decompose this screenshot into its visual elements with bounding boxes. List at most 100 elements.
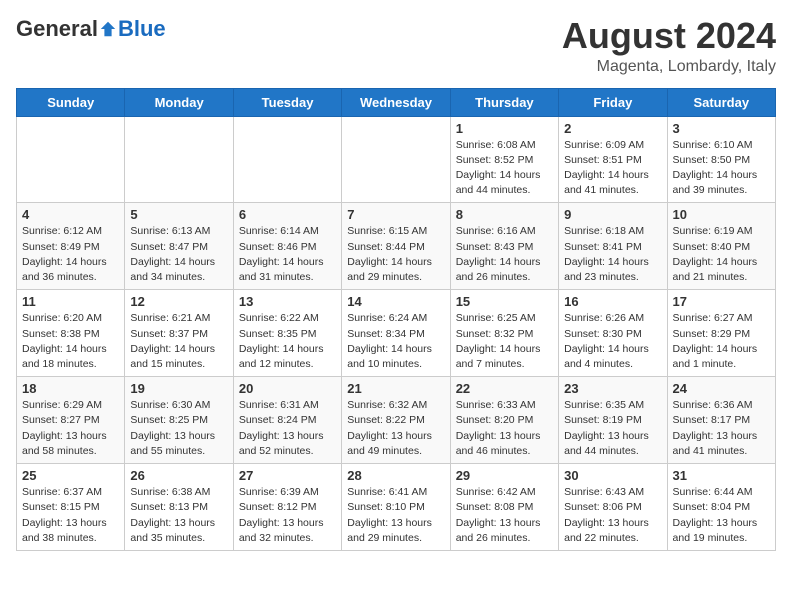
logo-icon xyxy=(99,20,117,38)
calendar-day-cell: 1 Sunrise: 6:08 AM Sunset: 8:52 PM Daylig… xyxy=(450,116,558,203)
day-info-text: Sunrise: 6:31 AM Sunset: 8:24 PM Dayligh… xyxy=(239,398,336,459)
calendar-day-cell: 24Sunrise: 6:36 AM Sunset: 8:17 PM Dayli… xyxy=(667,377,775,464)
day-info-text: Sunrise: 6:42 AM Sunset: 8:08 PM Dayligh… xyxy=(456,485,553,546)
day-of-week-header: Sunday xyxy=(17,88,125,116)
calendar-day-cell: 3 Sunrise: 6:10 AM Sunset: 8:50 PM Daylig… xyxy=(667,116,775,203)
day-info-text: Sunrise: 6:20 AM Sunset: 8:38 PM Dayligh… xyxy=(22,311,119,372)
day-info-text: Sunrise: 6:39 AM Sunset: 8:12 PM Dayligh… xyxy=(239,485,336,546)
calendar-day-cell: 12Sunrise: 6:21 AM Sunset: 8:37 PM Dayli… xyxy=(125,290,233,377)
calendar-day-cell: 16 Sunrise: 6:26 AM Sunset: 8:30 PM Dayli… xyxy=(559,290,667,377)
day-info-text: Sunrise: 6:14 AM Sunset: 8:46 PM Dayligh… xyxy=(239,224,336,285)
day-info-text: Sunrise: 6:43 AM Sunset: 8:06 PM Dayligh… xyxy=(564,485,661,546)
calendar-day-cell xyxy=(342,116,450,203)
day-info-text: Sunrise: 6:15 AM Sunset: 8:44 PM Dayligh… xyxy=(347,224,444,285)
calendar-day-cell: 5 Sunrise: 6:13 AM Sunset: 8:47 PM Daylig… xyxy=(125,203,233,290)
day-info-text: Sunrise: 6:26 AM Sunset: 8:30 PM Dayligh… xyxy=(564,311,661,372)
calendar-day-cell: 22Sunrise: 6:33 AM Sunset: 8:20 PM Dayli… xyxy=(450,377,558,464)
calendar-day-cell: 26 Sunrise: 6:38 AM Sunset: 8:13 PM Dayli… xyxy=(125,464,233,551)
day-number: 5 xyxy=(130,207,227,222)
calendar-day-cell xyxy=(233,116,341,203)
logo-blue-text: Blue xyxy=(118,16,166,42)
calendar-day-cell xyxy=(125,116,233,203)
calendar-day-cell: 28 Sunrise: 6:41 AM Sunset: 8:10 PM Dayli… xyxy=(342,464,450,551)
day-number: 21 xyxy=(347,381,444,396)
calendar-table: SundayMondayTuesdayWednesdayThursdayFrid… xyxy=(16,88,776,551)
calendar-day-cell: 4 Sunrise: 6:12 AM Sunset: 8:49 PM Daylig… xyxy=(17,203,125,290)
calendar-day-cell: 7 Sunrise: 6:15 AM Sunset: 8:44 PM Daylig… xyxy=(342,203,450,290)
day-info-text: Sunrise: 6:13 AM Sunset: 8:47 PM Dayligh… xyxy=(130,224,227,285)
calendar-day-cell: 18 Sunrise: 6:29 AM Sunset: 8:27 PM Dayli… xyxy=(17,377,125,464)
calendar-week-row: 1 Sunrise: 6:08 AM Sunset: 8:52 PM Daylig… xyxy=(17,116,776,203)
calendar-day-cell: 25 Sunrise: 6:37 AM Sunset: 8:15 PM Dayli… xyxy=(17,464,125,551)
day-info-text: Sunrise: 6:30 AM Sunset: 8:25 PM Dayligh… xyxy=(130,398,227,459)
day-number: 7 xyxy=(347,207,444,222)
day-number: 17 xyxy=(673,294,770,309)
day-number: 13 xyxy=(239,294,336,309)
day-number: 23 xyxy=(564,381,661,396)
day-number: 18 xyxy=(22,381,119,396)
day-of-week-header: Tuesday xyxy=(233,88,341,116)
calendar-week-row: 18 Sunrise: 6:29 AM Sunset: 8:27 PM Dayli… xyxy=(17,377,776,464)
calendar-day-cell: 27Sunrise: 6:39 AM Sunset: 8:12 PM Dayli… xyxy=(233,464,341,551)
calendar-day-cell: 30 Sunrise: 6:43 AM Sunset: 8:06 PM Dayli… xyxy=(559,464,667,551)
day-of-week-header: Friday xyxy=(559,88,667,116)
calendar-day-cell xyxy=(17,116,125,203)
calendar-day-cell: 23Sunrise: 6:35 AM Sunset: 8:19 PM Dayli… xyxy=(559,377,667,464)
day-number: 24 xyxy=(673,381,770,396)
day-number: 11 xyxy=(22,294,119,309)
day-info-text: Sunrise: 6:09 AM Sunset: 8:51 PM Dayligh… xyxy=(564,138,661,199)
title-block: August 2024 Magenta, Lombardy, Italy xyxy=(562,16,776,76)
calendar-day-cell: 31Sunrise: 6:44 AM Sunset: 8:04 PM Dayli… xyxy=(667,464,775,551)
calendar-day-cell: 19 Sunrise: 6:30 AM Sunset: 8:25 PM Dayli… xyxy=(125,377,233,464)
calendar-week-row: 25 Sunrise: 6:37 AM Sunset: 8:15 PM Dayli… xyxy=(17,464,776,551)
day-number: 16 xyxy=(564,294,661,309)
calendar-day-cell: 10Sunrise: 6:19 AM Sunset: 8:40 PM Dayli… xyxy=(667,203,775,290)
day-number: 4 xyxy=(22,207,119,222)
day-number: 12 xyxy=(130,294,227,309)
day-number: 3 xyxy=(673,121,770,136)
calendar-day-cell: 8Sunrise: 6:16 AM Sunset: 8:43 PM Daylig… xyxy=(450,203,558,290)
calendar-day-cell: 13Sunrise: 6:22 AM Sunset: 8:35 PM Dayli… xyxy=(233,290,341,377)
day-info-text: Sunrise: 6:25 AM Sunset: 8:32 PM Dayligh… xyxy=(456,311,553,372)
day-info-text: Sunrise: 6:19 AM Sunset: 8:40 PM Dayligh… xyxy=(673,224,770,285)
day-number: 2 xyxy=(564,121,661,136)
day-info-text: Sunrise: 6:33 AM Sunset: 8:20 PM Dayligh… xyxy=(456,398,553,459)
day-info-text: Sunrise: 6:29 AM Sunset: 8:27 PM Dayligh… xyxy=(22,398,119,459)
day-info-text: Sunrise: 6:41 AM Sunset: 8:10 PM Dayligh… xyxy=(347,485,444,546)
calendar-day-cell: 29 Sunrise: 6:42 AM Sunset: 8:08 PM Dayli… xyxy=(450,464,558,551)
calendar-week-row: 11 Sunrise: 6:20 AM Sunset: 8:38 PM Dayli… xyxy=(17,290,776,377)
day-number: 28 xyxy=(347,468,444,483)
logo-general-text: General xyxy=(16,16,98,42)
day-info-text: Sunrise: 6:32 AM Sunset: 8:22 PM Dayligh… xyxy=(347,398,444,459)
day-number: 1 xyxy=(456,121,553,136)
day-of-week-header: Monday xyxy=(125,88,233,116)
day-of-week-header: Saturday xyxy=(667,88,775,116)
day-info-text: Sunrise: 6:10 AM Sunset: 8:50 PM Dayligh… xyxy=(673,138,770,199)
day-info-text: Sunrise: 6:38 AM Sunset: 8:13 PM Dayligh… xyxy=(130,485,227,546)
day-info-text: Sunrise: 6:44 AM Sunset: 8:04 PM Dayligh… xyxy=(673,485,770,546)
day-number: 20 xyxy=(239,381,336,396)
calendar-day-cell: 14Sunrise: 6:24 AM Sunset: 8:34 PM Dayli… xyxy=(342,290,450,377)
day-number: 19 xyxy=(130,381,227,396)
day-number: 26 xyxy=(130,468,227,483)
month-year-title: August 2024 xyxy=(562,16,776,56)
calendar-week-row: 4 Sunrise: 6:12 AM Sunset: 8:49 PM Daylig… xyxy=(17,203,776,290)
calendar-day-cell: 15Sunrise: 6:25 AM Sunset: 8:32 PM Dayli… xyxy=(450,290,558,377)
day-info-text: Sunrise: 6:37 AM Sunset: 8:15 PM Dayligh… xyxy=(22,485,119,546)
day-number: 30 xyxy=(564,468,661,483)
calendar-day-cell: 20 Sunrise: 6:31 AM Sunset: 8:24 PM Dayli… xyxy=(233,377,341,464)
day-info-text: Sunrise: 6:12 AM Sunset: 8:49 PM Dayligh… xyxy=(22,224,119,285)
location-subtitle: Magenta, Lombardy, Italy xyxy=(562,58,776,76)
page-header: General Blue August 2024 Magenta, Lombar… xyxy=(16,16,776,76)
day-info-text: Sunrise: 6:27 AM Sunset: 8:29 PM Dayligh… xyxy=(673,311,770,372)
day-number: 6 xyxy=(239,207,336,222)
day-of-week-header: Wednesday xyxy=(342,88,450,116)
calendar-day-cell: 6 Sunrise: 6:14 AM Sunset: 8:46 PM Daylig… xyxy=(233,203,341,290)
day-info-text: Sunrise: 6:24 AM Sunset: 8:34 PM Dayligh… xyxy=(347,311,444,372)
calendar-day-cell: 9Sunrise: 6:18 AM Sunset: 8:41 PM Daylig… xyxy=(559,203,667,290)
day-number: 29 xyxy=(456,468,553,483)
calendar-header-row: SundayMondayTuesdayWednesdayThursdayFrid… xyxy=(17,88,776,116)
day-number: 9 xyxy=(564,207,661,222)
day-info-text: Sunrise: 6:08 AM Sunset: 8:52 PM Dayligh… xyxy=(456,138,553,199)
day-number: 25 xyxy=(22,468,119,483)
